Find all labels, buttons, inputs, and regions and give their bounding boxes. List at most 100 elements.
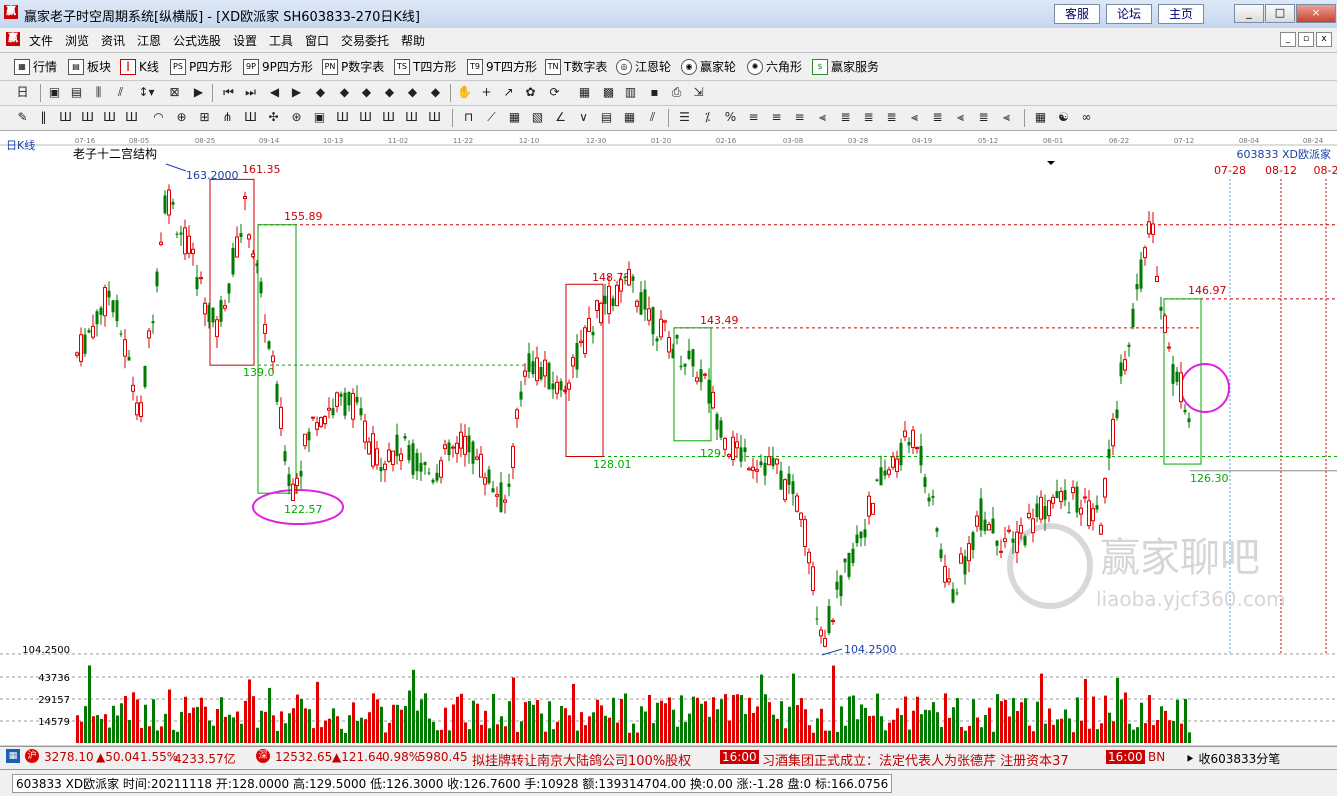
- lines-7-icon[interactable]: Ш: [334, 109, 351, 126]
- minimize-button[interactable]: _: [1234, 4, 1264, 23]
- sector-button[interactable]: ▤ 板块: [68, 58, 111, 75]
- fib-5-icon[interactable]: ≣: [860, 109, 877, 126]
- fib-6-icon[interactable]: ≣: [883, 109, 900, 126]
- menu-trade[interactable]: 交易委托: [341, 32, 389, 49]
- diamond-2-icon[interactable]: ◆: [336, 84, 353, 101]
- lines-6-icon[interactable]: Ш: [242, 109, 259, 126]
- diag-box-icon[interactable]: ▧: [529, 109, 546, 126]
- menu-file[interactable]: 文件: [29, 32, 53, 49]
- kline-chart-area[interactable]: 07-16 08-05 08-25 09-14 10-13 11-02 11-22 12-10…: [0, 131, 1337, 745]
- compass-icon[interactable]: ✣: [265, 109, 282, 126]
- table-icon[interactable]: ▤: [598, 109, 615, 126]
- gann-box-icon[interactable]: ⊓: [460, 109, 477, 126]
- export-icon[interactable]: ⇲: [690, 84, 707, 101]
- diamond-3-icon[interactable]: ◆: [358, 84, 375, 101]
- menu-window[interactable]: 窗口: [305, 32, 329, 49]
- follow-ticks-button[interactable]: ⯈ 收603833分笔: [1185, 750, 1280, 767]
- lines-3-icon[interactable]: Ш: [79, 109, 96, 126]
- zoom-icon[interactable]: ⊠: [166, 84, 183, 101]
- percent-icon[interactable]: %: [722, 109, 739, 126]
- home-link[interactable]: 主页: [1158, 4, 1204, 24]
- next-icon[interactable]: ▶: [288, 84, 305, 101]
- lines-11-icon[interactable]: Ш: [426, 109, 443, 126]
- kline-button[interactable]: ┃ K线: [120, 58, 159, 75]
- yinyang-icon[interactable]: ☯: [1055, 109, 1072, 126]
- angle-icon[interactable]: ∠: [552, 109, 569, 126]
- fib-9-icon[interactable]: ⫷: [952, 109, 969, 126]
- gann-wheel-button[interactable]: ◎ 江恩轮: [616, 58, 671, 75]
- service-link[interactable]: 客服: [1054, 4, 1100, 24]
- diamond-1-icon[interactable]: ◆: [312, 84, 329, 101]
- save-icon[interactable]: ▪: [646, 84, 663, 101]
- fan-2-icon[interactable]: ⫷: [814, 109, 831, 126]
- p-number-table-button[interactable]: PN P数字表: [322, 58, 384, 75]
- diamond-6-icon[interactable]: ◆: [427, 84, 444, 101]
- infinity-icon[interactable]: ∞: [1078, 109, 1095, 126]
- fan-icon[interactable]: ⟋: [483, 109, 500, 126]
- square-grid-icon[interactable]: ▦: [506, 109, 523, 126]
- wave-icon[interactable]: ∨: [575, 109, 592, 126]
- mdi-minimize-button[interactable]: _: [1280, 32, 1296, 47]
- lines-5-icon[interactable]: Ш: [123, 109, 140, 126]
- fib-4-icon[interactable]: ≣: [837, 109, 854, 126]
- period-dropdown-icon[interactable]: 日▾: [14, 84, 31, 116]
- calendar-icon[interactable]: ▦: [576, 84, 593, 101]
- target-icon[interactable]: ⊛: [288, 109, 305, 126]
- hexagon-button[interactable]: ✺ 六角形: [747, 58, 802, 75]
- parallel-icon[interactable]: ⫽: [644, 109, 661, 126]
- p-square-button[interactable]: PS P四方形: [170, 58, 232, 75]
- kline-chart[interactable]: 07-16 08-05 08-25 09-14 10-13 11-02 11-22 12-10…: [0, 131, 1337, 745]
- menu-browse[interactable]: 浏览: [65, 32, 89, 49]
- percent-line-icon[interactable]: ⁒: [699, 109, 716, 126]
- grid-status-icon[interactable]: ▦: [6, 749, 20, 763]
- refresh-icon[interactable]: ⟳: [546, 84, 563, 101]
- menu-gann[interactable]: 江恩: [137, 32, 161, 49]
- cursor-dropdown-icon[interactable]: ↕▾: [138, 84, 155, 101]
- prev-icon[interactable]: ◀: [266, 84, 283, 101]
- diamond-4-icon[interactable]: ◆: [381, 84, 398, 101]
- news-item-1[interactable]: 拟挂牌转让南京大陆鸽公司100%股权: [472, 750, 691, 769]
- lines-1-icon[interactable]: ‖: [35, 109, 52, 126]
- arc-icon[interactable]: ◠: [150, 109, 167, 126]
- doc-icon[interactable]: ▥: [622, 84, 639, 101]
- box-icon[interactable]: ▣: [311, 109, 328, 126]
- fib-2-icon[interactable]: ≡: [768, 109, 785, 126]
- winner-wheel-button[interactable]: ◉ 赢家轮: [681, 58, 736, 75]
- first-icon[interactable]: ⏮: [220, 84, 237, 101]
- t-number-table-button[interactable]: TN T数字表: [545, 58, 607, 75]
- quote-button[interactable]: ▦ 行情: [14, 58, 57, 75]
- lines-10-icon[interactable]: Ш: [403, 109, 420, 126]
- bars-icon[interactable]: ⫼: [90, 84, 107, 101]
- fib-7-icon[interactable]: ⫷: [906, 109, 923, 126]
- crosshair-icon[interactable]: +: [478, 84, 495, 101]
- diamond-5-icon[interactable]: ◆: [404, 84, 421, 101]
- menu-help[interactable]: 帮助: [401, 32, 425, 49]
- candle-icon[interactable]: ⫽: [112, 84, 129, 101]
- menu-tools[interactable]: 工具: [269, 32, 293, 49]
- t-square-button[interactable]: TS T四方形: [394, 58, 456, 75]
- 9p-square-button[interactable]: 9P 9P四方形: [243, 58, 313, 75]
- circle-grid-icon[interactable]: ⊕: [173, 109, 190, 126]
- grid-2-icon[interactable]: ▦: [621, 109, 638, 126]
- hand-icon[interactable]: ✋: [456, 84, 473, 101]
- maximize-button[interactable]: □: [1265, 4, 1295, 23]
- mdi-restore-button[interactable]: ▫: [1298, 32, 1314, 47]
- fib-11-icon[interactable]: ⫷: [998, 109, 1015, 126]
- close-button[interactable]: ×: [1296, 4, 1336, 23]
- pattern-icon[interactable]: ✿: [522, 84, 539, 101]
- fib-8-icon[interactable]: ≣: [929, 109, 946, 126]
- 9t-square-button[interactable]: T9 9T四方形: [467, 58, 537, 75]
- flag-icon[interactable]: ▶: [190, 84, 207, 101]
- menu-info[interactable]: 资讯: [101, 32, 125, 49]
- chart-icon[interactable]: ▣: [46, 84, 63, 101]
- fib-10-icon[interactable]: ≣: [975, 109, 992, 126]
- calc-icon[interactable]: ▩: [600, 84, 617, 101]
- line-icon[interactable]: ↗: [500, 84, 517, 101]
- print-icon[interactable]: ⎙: [668, 84, 685, 101]
- last-icon[interactable]: ⏭: [242, 84, 259, 101]
- fork-icon[interactable]: ⋔: [219, 109, 236, 126]
- lines-4-icon[interactable]: Ш: [101, 109, 118, 126]
- lines-8-icon[interactable]: Ш: [357, 109, 374, 126]
- menu-settings[interactable]: 设置: [233, 32, 257, 49]
- grid-3-icon[interactable]: ▦: [1032, 109, 1049, 126]
